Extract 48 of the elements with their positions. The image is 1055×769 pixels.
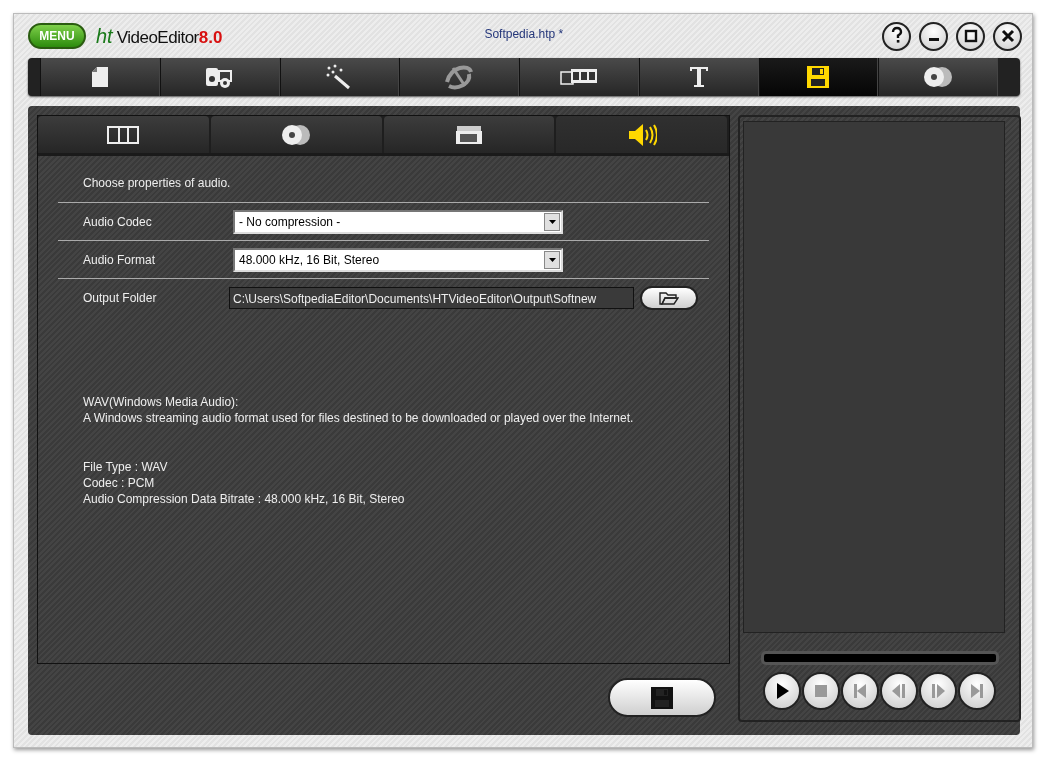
logo-mark: ht — [96, 24, 113, 48]
toolbar-button[interactable] — [159, 58, 280, 96]
page-icon — [90, 66, 109, 88]
caret-icon — [544, 250, 560, 269]
toolbar-button[interactable] — [878, 58, 998, 96]
toolbar-button[interactable] — [40, 58, 160, 96]
field-label: Audio Format — [82, 252, 157, 267]
filmstrip-icon — [107, 125, 140, 144]
tab[interactable] — [383, 116, 555, 153]
field-label: Audio Codec — [82, 214, 153, 229]
field-label: Output Folder — [82, 290, 158, 305]
tab[interactable] — [556, 116, 727, 153]
filmstrip-icon — [559, 67, 598, 87]
minimize-button[interactable] — [919, 21, 948, 51]
detail-text: Audio Compression Data Bitrate : 48.000 kHz, 16 Bit, Stereo — [83, 491, 406, 507]
caret-icon — [544, 212, 560, 231]
folder-icon — [659, 290, 679, 305]
browse-button[interactable] — [640, 285, 698, 310]
dropdown[interactable]: - No compression - — [233, 209, 563, 234]
description-text: A Windows streaming audio format used for files destined to be downloaded or played over the Internet. — [83, 410, 635, 426]
tab[interactable] — [38, 116, 209, 153]
t-letter-icon — [688, 66, 709, 88]
speaker-icon — [626, 122, 657, 147]
maximize-button[interactable] — [956, 21, 985, 51]
window-title: Softpedia.htp * — [484, 27, 564, 41]
camcorder-icon — [204, 65, 235, 89]
minimize-icon — [928, 38, 939, 41]
detail-text: Codec : PCM — [83, 475, 156, 491]
logo-name: VideoEditor — [116, 27, 199, 48]
discs-icon — [923, 66, 954, 88]
dropdown[interactable]: 48.000 kHz, 16 Bit, Stereo — [233, 247, 563, 272]
close-button[interactable] — [993, 21, 1022, 51]
logo-version: 8.0 — [198, 27, 223, 48]
play-button[interactable] — [762, 672, 801, 710]
save-button[interactable] — [608, 678, 716, 717]
detail-text: File Type : WAV — [83, 459, 169, 475]
help-button[interactable] — [882, 21, 911, 51]
discs-icon — [281, 123, 312, 146]
toolbar-button[interactable] — [519, 58, 639, 96]
film-swirl-icon — [443, 62, 476, 92]
toolbar-button[interactable] — [758, 58, 879, 96]
description-title: WAV(Windows Media Audio): — [83, 394, 240, 410]
intro-text: Choose properties of audio. — [82, 176, 232, 192]
camera-icon — [454, 124, 483, 145]
toolbar-button[interactable] — [638, 58, 759, 96]
path-field[interactable]: C:\Users\SoftpediaEditor\Documents\HTVideoEditor\Output\Softnew — [229, 286, 634, 309]
seek-bar[interactable] — [760, 651, 999, 665]
tab[interactable] — [210, 116, 382, 153]
